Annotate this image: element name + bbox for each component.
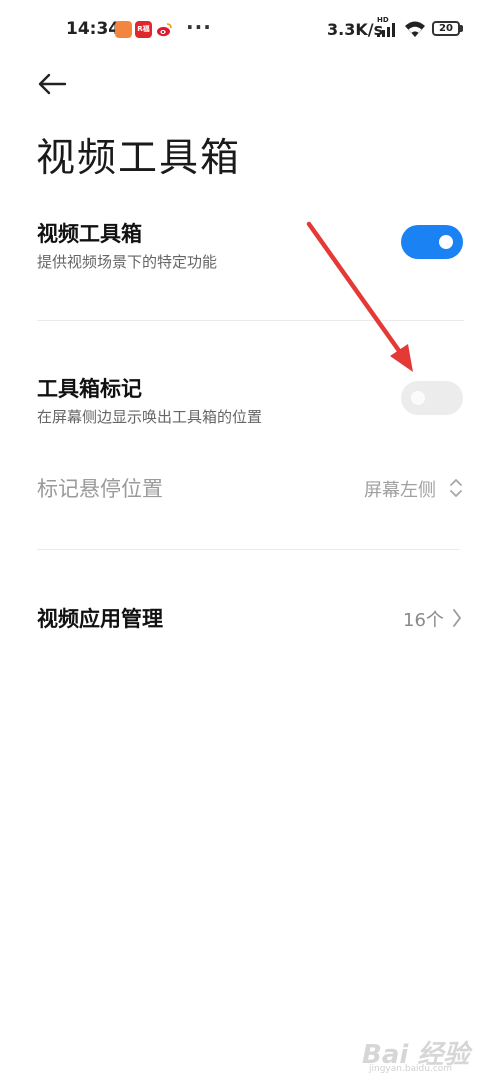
weibo-icon <box>156 21 173 38</box>
marker-position-row[interactable]: 标记悬停位置 屏幕左侧 <box>0 460 500 516</box>
back-button[interactable] <box>32 64 72 104</box>
wifi-icon <box>403 20 427 42</box>
video-app-management-row[interactable]: 视频应用管理 16个 <box>0 590 500 646</box>
video-toolbox-subtitle: 提供视频场景下的特定功能 <box>37 253 218 271</box>
chevron-up-down-icon <box>449 476 463 504</box>
app-notification-icon <box>115 21 132 38</box>
battery-tip <box>460 25 463 32</box>
arrow-left-icon <box>38 73 67 95</box>
video-toolbox-toggle[interactable] <box>401 225 463 259</box>
video-toolbox-title: 视频工具箱 <box>37 222 142 246</box>
toolbox-marker-title: 工具箱标记 <box>37 377 142 401</box>
status-time: 14:34 <box>66 19 121 39</box>
marker-position-title: 标记悬停位置 <box>37 477 163 501</box>
signal-icon <box>377 22 399 41</box>
page-title: 视频工具箱 <box>36 136 242 181</box>
video-app-management-title: 视频应用管理 <box>37 607 163 631</box>
watermark-domain: jingyan.baidu.com <box>369 1064 453 1074</box>
toggle-knob <box>411 391 425 405</box>
toggle-knob <box>439 235 453 249</box>
chevron-right-icon <box>451 607 463 633</box>
divider <box>37 549 460 550</box>
toolbox-marker-subtitle: 在屏幕侧边显示唤出工具箱的位置 <box>37 408 263 426</box>
more-notifications-icon: ··· <box>186 15 212 39</box>
battery-icon: 20 <box>432 21 460 36</box>
video-app-count: 16个 <box>403 610 444 631</box>
marker-position-value: 屏幕左侧 <box>364 480 436 501</box>
network-speed: 3.3K/s <box>327 20 384 39</box>
divider <box>37 320 464 321</box>
toolbox-marker-toggle[interactable] <box>401 381 463 415</box>
red-app-notification-icon: R福 <box>135 21 152 38</box>
